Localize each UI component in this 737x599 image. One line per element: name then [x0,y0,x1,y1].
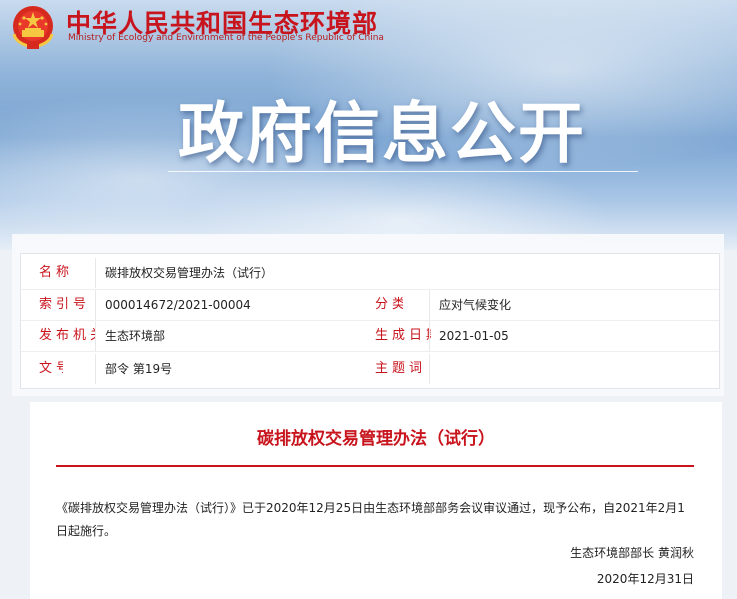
divider [95,354,96,384]
meta-row-docno: 文号 部令 第19号 主题词 [21,354,719,384]
divider [429,354,430,384]
document-date: 2020年12月31日 [596,572,694,586]
meta-row-index: 索引号 000014672/2021-00004 分类 应对气候变化 [21,290,719,320]
meta-label-category: 分类 [375,297,403,312]
meta-row-publisher: 发布机关 生态环境部 生成日期 2021-01-05 [21,321,719,351]
meta-label-index: 索引号 [39,297,91,312]
meta-value-publisher: 生态环境部 [105,329,166,343]
meta-value-docno: 部令 第19号 [105,362,173,376]
title-divider [56,465,694,467]
document-card: 碳排放权交易管理办法（试行） 《碳排放权交易管理办法（试行）》已于2020年12… [30,402,722,599]
banner: 中华人民共和国生态环境部 Ministry of Ecology and Env… [0,0,737,250]
meta-value-name: 碳排放权交易管理办法（试行） [105,266,274,280]
divider [95,258,96,288]
meta-label-publisher: 发布机关 [39,328,95,343]
document-body: 《碳排放权交易管理办法（试行）》已于2020年12月25日由生态环境部部务会议审… [56,501,685,538]
banner-title: 政府信息公开 [178,95,586,172]
meta-value-date: 2021-01-05 [439,329,509,343]
meta-label-keywords: 主题词 [375,361,427,376]
divider [429,321,430,351]
ministry-name-en: Ministry of Ecology and Environment of t… [68,33,384,43]
meta-value-category: 应对气候变化 [439,298,512,312]
divider [429,290,430,320]
meta-value-index: 000014672/2021-00004 [105,298,251,312]
divider [21,351,719,352]
meta-label-name: 名称 [39,265,74,280]
divider [95,290,96,320]
metadata-table: 名称 碳排放权交易管理办法（试行） 索引号 000014672/2021-000… [20,253,720,389]
document-title: 碳排放权交易管理办法（试行） [257,429,495,449]
meta-row-name: 名称 碳排放权交易管理办法（试行） [21,258,719,288]
document-signature: 生态环境部部长 黄润秋 [570,546,694,560]
banner-divider [168,171,638,172]
divider [95,321,96,351]
meta-label-docno: 文号 [39,361,63,376]
national-emblem-icon [12,6,54,49]
meta-label-date: 生成日期 [375,328,431,343]
